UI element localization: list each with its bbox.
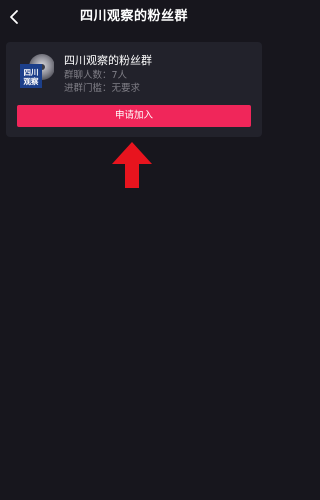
join-threshold-value: 无要求 [111, 83, 141, 94]
group-name: 四川观察的粉丝群 [64, 54, 152, 67]
member-count: 群聊人数：7人 [64, 70, 127, 82]
arrow-up-icon [112, 142, 152, 188]
join-threshold: 进群门槛：无要求 [64, 83, 140, 95]
member-count-value: 7人 [111, 70, 128, 81]
avatar-text-top: 四川 [24, 68, 39, 77]
avatar-text-bottom: 观察 [24, 76, 39, 86]
join-threshold-label: 进群门槛： [64, 83, 112, 94]
member-count-label: 群聊人数： [64, 70, 112, 81]
page-title: 四川观察的粉丝群 [79, 9, 188, 24]
avatar: 四川 观察 [20, 54, 54, 88]
group-card: 四川 观察 四川观察的粉丝群 群聊人数：7人 进群门槛：无要求 申请加入 [6, 42, 262, 137]
apply-join-button[interactable]: 申请加入 [17, 105, 251, 127]
top-bar: 四川观察的粉丝群 [0, 0, 268, 36]
